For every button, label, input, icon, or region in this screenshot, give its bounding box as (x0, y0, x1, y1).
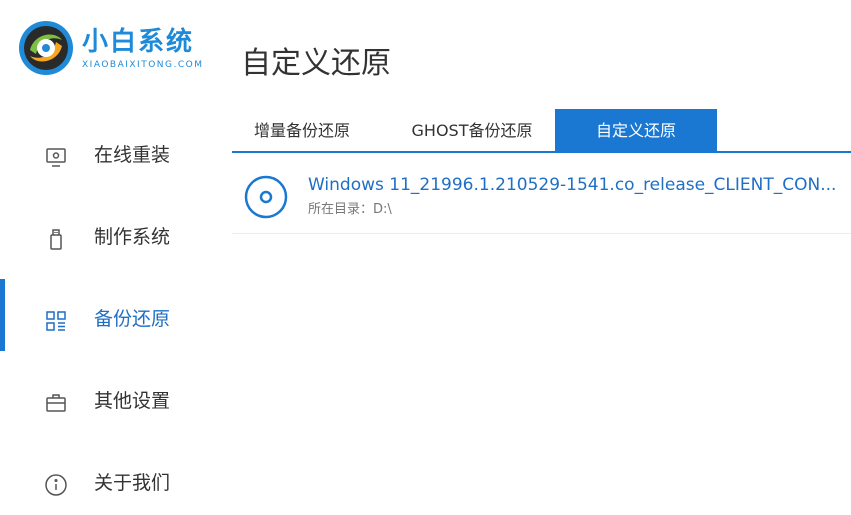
page-title: 自定义还原 (241, 46, 391, 81)
disc-icon (244, 175, 288, 219)
brand-domain: XIAOBAIXITONG.COM (82, 59, 204, 70)
monitor-icon (46, 148, 66, 167)
tab-ghost-backup-restore[interactable]: GHOST备份还原 (397, 109, 547, 153)
briefcase-icon (46, 394, 66, 412)
sidebar-item-label: 制作系统 (94, 226, 171, 248)
usb-drive-icon (50, 229, 62, 250)
brand-logo: 小白系统 XIAOBAIXITONG.COM (18, 20, 204, 76)
sidebar-item-label: 其他设置 (94, 390, 171, 412)
sidebar-item-online-reinstall[interactable]: 在线重装 (0, 115, 232, 197)
logo-text: 小白系统 XIAOBAIXITONG.COM (82, 27, 204, 70)
restore-file-list: Windows 11_21996.1.210529-1541.co_releas… (232, 153, 851, 234)
brand-name: 小白系统 (82, 26, 195, 57)
sidebar-item-make-system[interactable]: 制作系统 (0, 197, 232, 279)
sidebar-item-other-settings[interactable]: 其他设置 (0, 361, 232, 443)
sidebar-item-label: 在线重装 (94, 144, 171, 166)
app-window: 小白系统 XIAOBAIXITONG.COM 在线重装 制作系统 备份还原 其他… (0, 0, 851, 515)
sidebar-item-backup-restore[interactable]: 备份还原 (0, 279, 232, 361)
tab-incremental-backup-restore[interactable]: 增量备份还原 (242, 109, 362, 153)
file-name[interactable]: Windows 11_21996.1.210529-1541.co_releas… (308, 174, 836, 196)
tab-bar: 增量备份还原 GHOST备份还原 自定义还原 (232, 109, 851, 153)
logo-icon (19, 21, 73, 75)
tab-custom-restore[interactable]: 自定义还原 (555, 109, 717, 153)
sidebar-item-about-us[interactable]: 关于我们 (0, 443, 232, 515)
sidebar-item-label: 备份还原 (94, 308, 171, 330)
file-path: 所在目录：D:\ (308, 202, 392, 217)
grid-icon (46, 311, 66, 331)
sidebar: 在线重装 制作系统 备份还原 其他设置 关于我们 (0, 115, 232, 515)
list-item[interactable]: Windows 11_21996.1.210529-1541.co_releas… (232, 153, 851, 234)
info-icon (45, 474, 67, 496)
sidebar-item-label: 关于我们 (94, 472, 171, 494)
